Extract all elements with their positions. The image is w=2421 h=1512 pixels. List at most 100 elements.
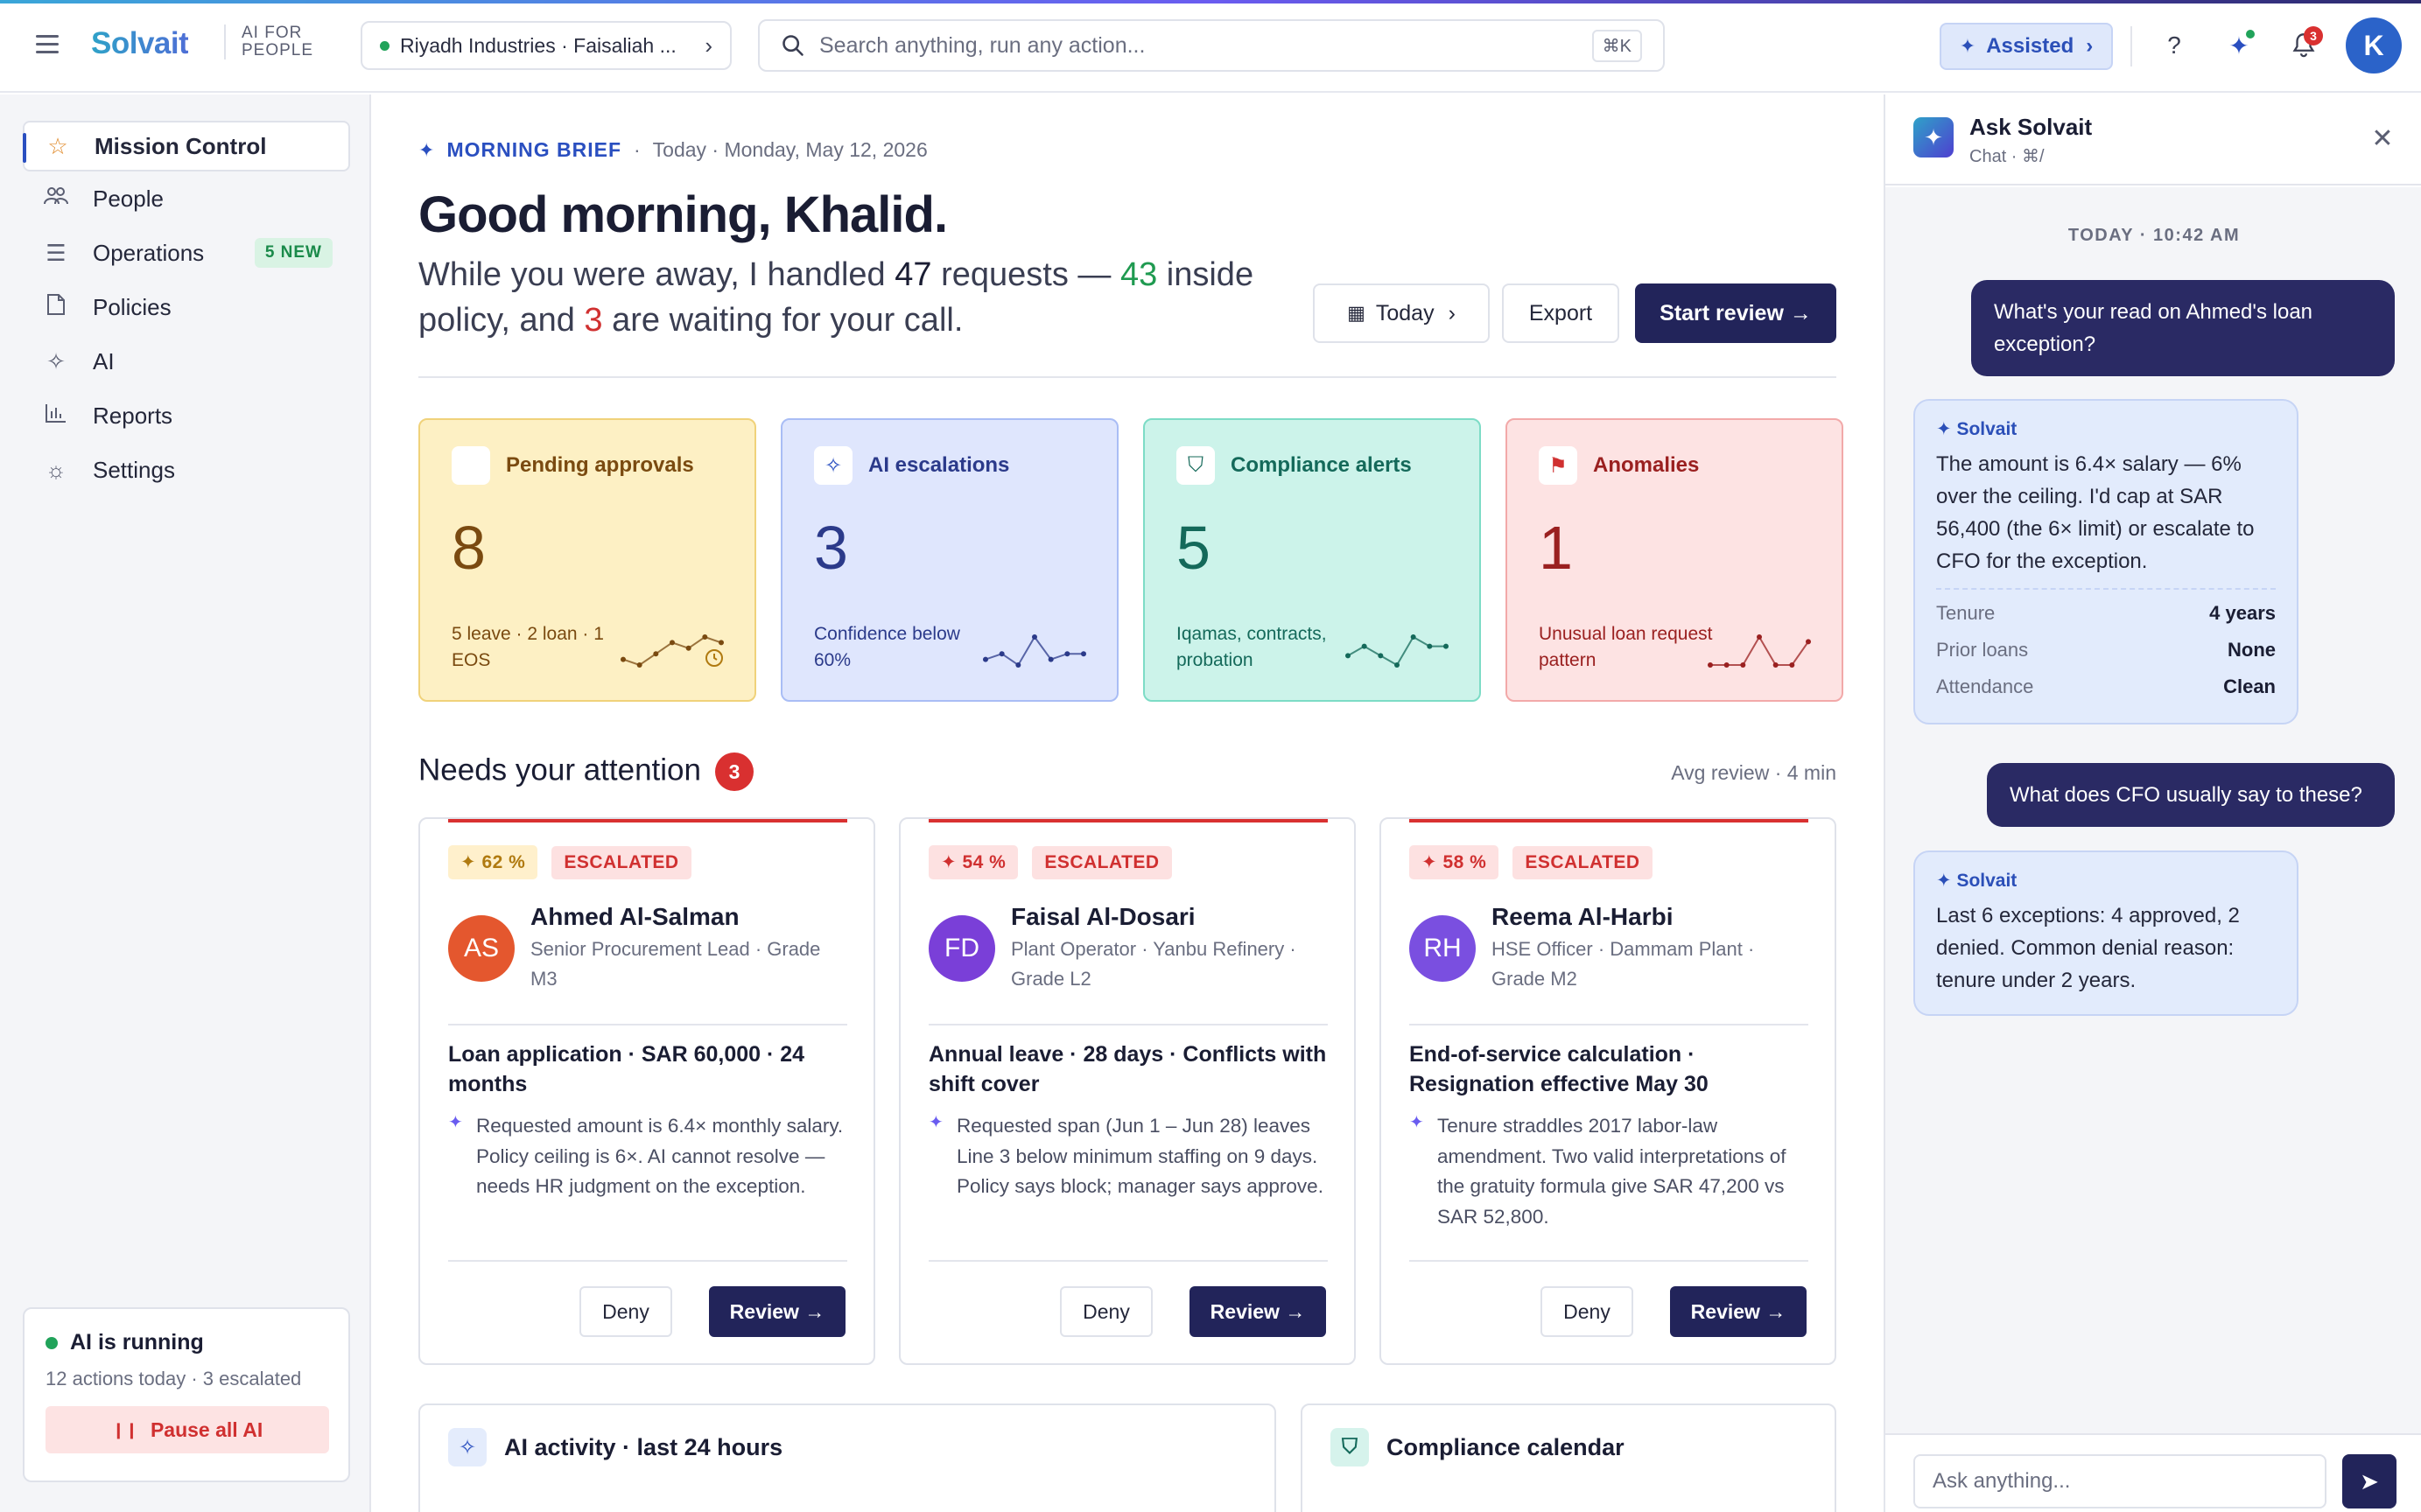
sidebar-item-people[interactable]: People — [23, 173, 350, 224]
escalation-accent — [448, 819, 847, 822]
brief-header: ✦ MORNING BRIEF · Today · Monday, May 12… — [418, 138, 928, 162]
chat-header: ✦ Ask Solvait Chat · ⌘/ ✕ — [1885, 94, 2421, 186]
stat-title: Pending approvals — [506, 453, 694, 477]
chat-panel: ✦ Ask Solvait Chat · ⌘/ ✕ TODAY · 10:42 … — [1884, 94, 2421, 1512]
sparkline-point — [1757, 634, 1762, 640]
employee-role: HSE Officer · Dammam Plant · Grade M2 — [1491, 938, 1755, 990]
star-icon: ☆ — [47, 132, 68, 159]
sparkline-chart — [1708, 634, 1811, 668]
chat-title: Ask Solvait — [1969, 114, 2093, 140]
chat-timestamp: TODAY · 10:42 AM — [2067, 226, 2241, 245]
compliance-calendar-panel: ⛉ Compliance calendar — [1301, 1404, 1836, 1512]
notification-count-badge: 3 — [2304, 26, 2323, 46]
compliance-calendar-title: Compliance calendar — [1386, 1434, 1625, 1460]
sparkline-chart — [983, 634, 1086, 668]
accent-strip — [0, 0, 2421, 4]
sparkline-point — [1410, 634, 1416, 640]
confidence-badge: ✦ 62 % — [448, 845, 538, 879]
sparkline-point — [1708, 662, 1713, 668]
divider — [929, 1260, 1328, 1262]
employee-role: Senior Procurement Lead · Grade M3 — [530, 938, 821, 990]
user-message: What's your read on Ahmed's loan excepti… — [1971, 280, 2395, 376]
deny-button[interactable]: Deny — [579, 1286, 672, 1337]
sparkline-point — [1806, 639, 1811, 645]
chevron-right-icon: › — [1448, 300, 1456, 326]
bar-chart-icon — [40, 402, 72, 430]
start-review-button[interactable]: Start review → — [1635, 284, 1836, 343]
stat-card-anomalies[interactable]: ⚑ Anomalies 1 Unusual loan request pattern — [1505, 418, 1843, 702]
hamburger-menu-icon[interactable] — [30, 30, 65, 65]
sidebar-item-settings[interactable]: ☼ Settings — [23, 444, 350, 495]
global-search[interactable]: ⌘K — [758, 19, 1665, 72]
review-button[interactable]: Review → — [1670, 1286, 1807, 1337]
ai-status-card: AI is running 12 actions today · 3 escal… — [23, 1307, 350, 1482]
user-avatar[interactable]: K — [2346, 18, 2402, 74]
sidebar-item-mission-control[interactable]: ☆ Mission Control — [23, 121, 350, 172]
help-icon[interactable]: ? — [2155, 26, 2193, 65]
sparkline-line — [1710, 635, 1809, 666]
ai-reasoning: Requested amount is 6.4× monthly salary.… — [448, 1108, 847, 1202]
sidebar-item-operations[interactable]: ☰ Operations 5 NEW — [23, 228, 350, 278]
attention-card[interactable]: ✦ 62 % ESCALATED AS Ahmed Al-Salman Senior P… — [418, 817, 875, 1365]
chat-footer: ➤ — [1885, 1433, 2421, 1512]
sidebar: ☆ Mission Control People ☰ Operations 5 … — [0, 94, 371, 1512]
divider — [1409, 1260, 1808, 1262]
stat-value: 1 — [1539, 514, 1573, 582]
app-logo[interactable]: Solvait — [91, 26, 189, 61]
close-icon[interactable]: ✕ — [2365, 121, 2400, 156]
sparkline-point — [1427, 643, 1433, 649]
deny-button[interactable]: Deny — [1060, 1286, 1153, 1337]
today-filter-button[interactable]: ▦ Today › — [1313, 284, 1490, 343]
ai-status-detail: 12 actions today · 3 escalated — [46, 1368, 302, 1390]
attention-card[interactable]: ✦ 58 % ESCALATED RH Reema Al-Harbi HSE Offic… — [1379, 817, 1836, 1365]
sidebar-item-policies[interactable]: Policies — [23, 282, 350, 332]
calendar-icon: ▦ — [1347, 302, 1365, 324]
send-icon[interactable]: ➤ — [2342, 1454, 2396, 1508]
new-count-badge: 5 NEW — [254, 238, 333, 268]
stat-card-ai-escalations[interactable]: ✧ AI escalations 3 Confidence below 60% — [781, 418, 1119, 702]
pause-label: Pause all AI — [150, 1418, 263, 1441]
divider — [929, 1024, 1328, 1026]
stat-card-pending-approvals[interactable]: Pending approvals 8 5 leave · 2 loan · 1 E… — [418, 418, 756, 702]
ai-message: ✦ Solvait The amount is 6.4× salary — 6%… — [1913, 399, 2298, 724]
stat-detail: Iqamas, contracts, probation — [1176, 624, 1327, 670]
status-badge: ESCALATED — [1512, 845, 1653, 879]
escalation-accent — [929, 819, 1328, 822]
sparkline-point — [1064, 651, 1070, 657]
sparkline-point — [1081, 651, 1086, 657]
notifications-bell-icon[interactable]: 3 — [2284, 26, 2323, 65]
request-summary: End-of-service calculation · Resignation… — [1409, 1042, 1709, 1096]
sparkline-point — [1032, 634, 1037, 640]
ai-reasoning: Requested span (Jun 1 – Jun 28) leaves L… — [929, 1108, 1328, 1202]
sparkline-point — [1361, 643, 1367, 649]
confidence-badge: ✦ 54 % — [929, 845, 1019, 879]
assisted-mode-button[interactable]: ✦ Assisted › — [1940, 23, 2113, 70]
sparkline-point — [1443, 643, 1449, 649]
flag-icon: ⚑ — [1539, 446, 1577, 485]
deny-button[interactable]: Deny — [1540, 1286, 1633, 1337]
review-button[interactable]: Review → — [1189, 1286, 1326, 1337]
sparkline-point — [719, 640, 724, 646]
org-selector[interactable]: Riyadh Industries · Faisaliah ... › — [361, 21, 732, 70]
sparkline-chart — [621, 634, 724, 668]
ai-sparkle-icon[interactable]: ✦ — [2220, 26, 2258, 65]
search-input[interactable] — [819, 32, 1592, 59]
document-icon — [40, 293, 72, 322]
attention-card[interactable]: ✦ 54 % ESCALATED FD Faisal Al-Dosari Plant O… — [899, 817, 1356, 1365]
review-button[interactable]: Review → — [709, 1286, 846, 1337]
fact-row: Prior loans None — [1936, 639, 2276, 661]
stat-card-compliance-alerts[interactable]: ⛉ Compliance alerts 5 Iqamas, contracts, pr… — [1143, 418, 1481, 702]
sidebar-item-reports[interactable]: Reports — [23, 390, 350, 441]
export-button[interactable]: Export — [1502, 284, 1619, 343]
sparkline-chart — [1345, 634, 1449, 668]
pause-all-ai-button[interactable]: ❙❙ Pause all AI — [46, 1406, 329, 1453]
divider — [1409, 1024, 1808, 1026]
stat-detail: Unusual loan request pattern — [1539, 624, 1713, 670]
request-summary: Annual leave · 28 days · Conflicts with … — [929, 1042, 1327, 1096]
org-selector-label: Riyadh Industries · Faisaliah ... — [400, 33, 677, 57]
chat-input[interactable] — [1913, 1454, 2326, 1508]
sidebar-item-ai[interactable]: ✧ AI — [23, 336, 350, 387]
sparkline-point — [702, 634, 708, 640]
status-badge: ESCALATED — [551, 845, 691, 879]
sparkline-point — [670, 640, 675, 646]
